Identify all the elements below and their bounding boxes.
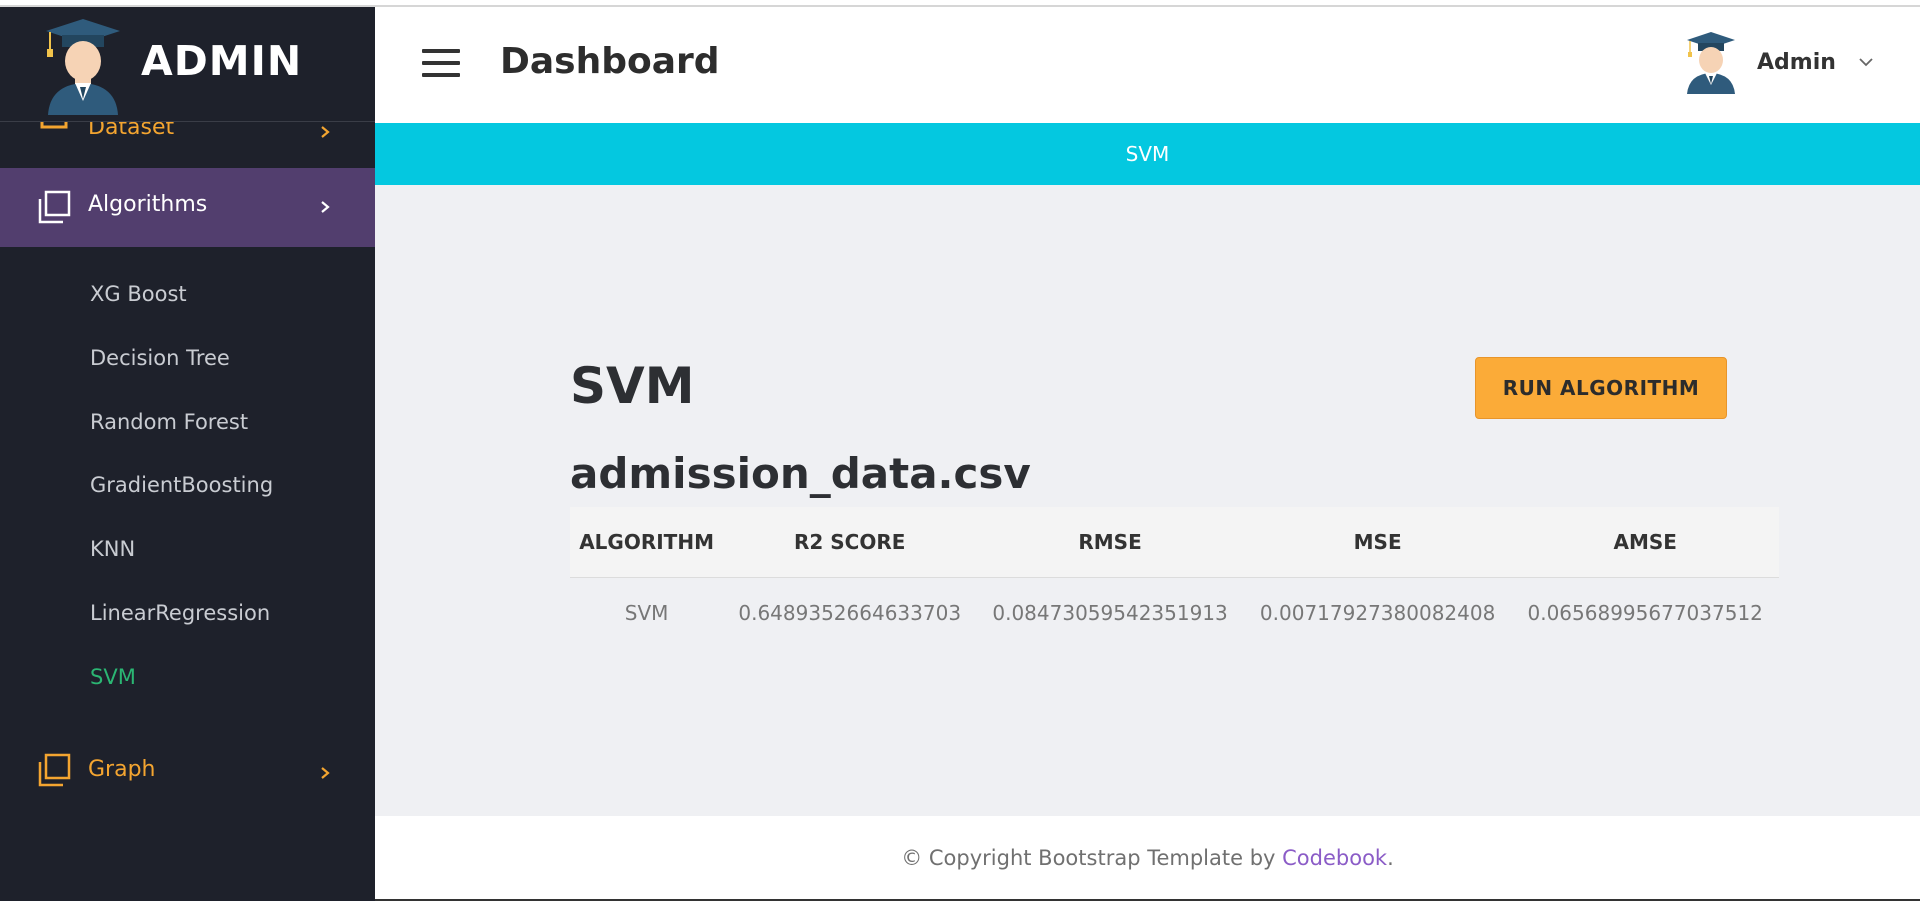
banner-title: SVM [1125, 142, 1170, 166]
graph-icon [38, 753, 71, 787]
cell-rmse: 0.08473059542351913 [992, 601, 1228, 626]
table-row: SVM 0.6489352664633703 0.084730595423519… [570, 577, 1779, 649]
sidebar-subitem-linear-regression[interactable]: LinearRegression [90, 601, 270, 625]
footer: © Copyright Bootstrap Template by Codebo… [375, 816, 1920, 901]
sidebar-item-graph-label: Graph [88, 757, 156, 782]
column-header-rmse: RMSE [976, 507, 1244, 578]
chevron-right-icon [321, 767, 330, 779]
user-menu[interactable]: Admin [1683, 29, 1874, 95]
column-header-mse: MSE [1243, 507, 1512, 578]
avatar [1687, 32, 1735, 94]
sidebar-item-graph[interactable]: Graph [0, 741, 375, 801]
sidebar-item-algorithms-label: Algorithms [88, 192, 208, 217]
cell-r2-score: 0.6489352664633703 [738, 601, 962, 626]
sidebar-subitem-xgboost[interactable]: XG Boost [90, 282, 187, 306]
sidebar: Dataset ADMIN Algorithms XG Boost Decisi… [0, 7, 375, 901]
brand[interactable]: ADMIN [0, 7, 375, 122]
user-name: Admin [1757, 49, 1836, 75]
page-banner: SVM [375, 123, 1920, 185]
sidebar-subitem-knn[interactable]: KNN [90, 537, 135, 561]
graduate-logo-icon [46, 19, 120, 115]
brand-name: ADMIN [141, 37, 303, 85]
table-header-row: ALGORITHM R2 SCORE RMSE MSE AMSE [570, 507, 1779, 578]
chevron-down-icon [1859, 58, 1873, 67]
sidebar-subitem-gradient-boosting[interactable]: GradientBoosting [90, 473, 273, 497]
sidebar-subitem-random-forest[interactable]: Random Forest [90, 410, 248, 434]
chevron-right-icon [321, 126, 330, 138]
run-algorithm-button[interactable]: RUN ALGORITHM [1475, 357, 1727, 419]
algorithms-icon [38, 190, 71, 224]
algorithm-title: SVM [570, 357, 695, 415]
sidebar-item-algorithms[interactable]: Algorithms [0, 168, 375, 247]
column-header-amse: AMSE [1511, 507, 1779, 578]
footer-codebook-link[interactable]: Codebook [1282, 846, 1387, 870]
column-header-algorithm: ALGORITHM [570, 507, 724, 578]
top-border [0, 0, 1920, 7]
footer-period: . [1387, 846, 1394, 870]
chevron-right-icon [321, 201, 330, 213]
main-content: SVM RUN ALGORITHM admission_data.csv ALG… [375, 185, 1920, 816]
cell-mse: 0.00717927380082408 [1259, 601, 1496, 626]
menu-toggle-icon[interactable] [422, 49, 460, 77]
page-title: Dashboard [500, 41, 720, 82]
footer-copyright-text: © Copyright Bootstrap Template by [901, 846, 1283, 870]
column-header-r2-score: R2 SCORE [723, 507, 977, 578]
cell-amse: 0.06568995677037512 [1527, 601, 1763, 626]
sidebar-subitem-decision-tree[interactable]: Decision Tree [90, 346, 230, 370]
footer-copyright: © Copyright Bootstrap Template by Codebo… [375, 846, 1920, 870]
top-header: Dashboard Admin [375, 7, 1920, 123]
cell-algorithm: SVM [624, 601, 669, 626]
results-table: ALGORITHM R2 SCORE RMSE MSE AMSE SVM 0.6… [570, 507, 1779, 649]
dataset-name: admission_data.csv [570, 449, 1031, 498]
sidebar-subitem-svm[interactable]: SVM [90, 665, 136, 689]
